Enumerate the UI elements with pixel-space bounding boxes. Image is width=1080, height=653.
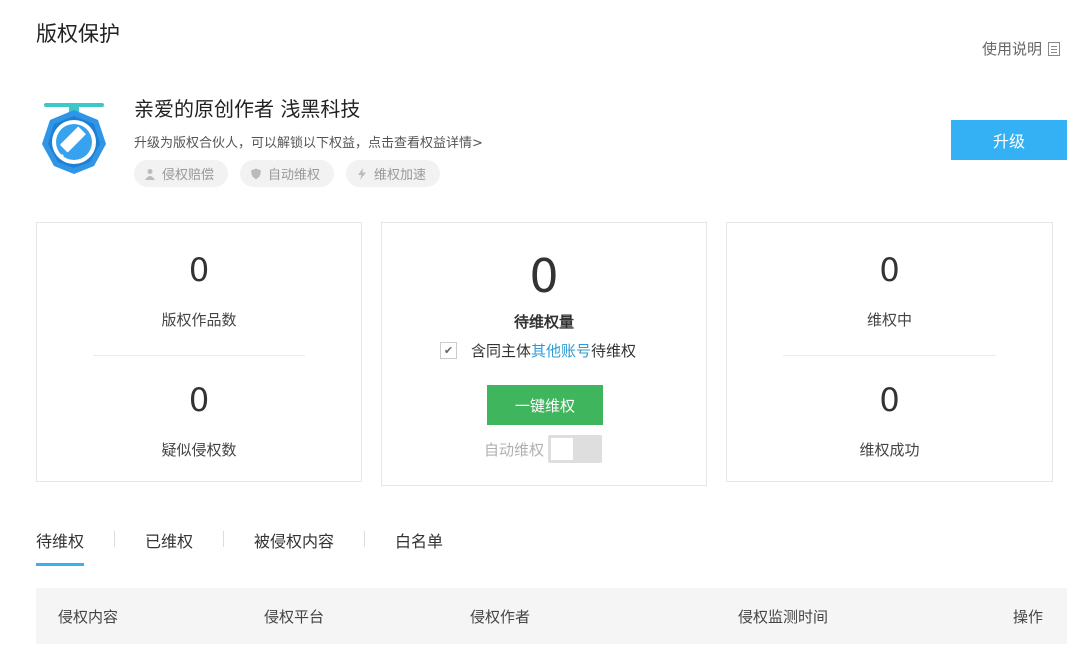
include-prefix: 含同主体: [471, 342, 532, 360]
column-header: 侵权监测时间: [738, 608, 829, 626]
tab-completed[interactable]: 已维权: [145, 528, 193, 566]
in-progress-count: 0: [879, 251, 900, 289]
benefit-tag: 自动维权: [240, 160, 335, 187]
pending-label: 待维权量: [513, 313, 574, 331]
tab-separator: [223, 531, 225, 547]
suspected-label: 疑似侵权数: [161, 441, 237, 459]
in-progress-label: 维权中: [866, 311, 912, 329]
benefit-tag: 维权加速: [346, 160, 441, 187]
page-title: 版权保护: [36, 22, 120, 46]
tab-separator: [114, 531, 116, 547]
include-other-accounts: ✔ 含同主体 其他账号 待维权: [440, 340, 636, 361]
works-stats-card: 0 版权作品数 0 疑似侵权数: [36, 222, 362, 482]
column-header: 操作: [1012, 608, 1043, 626]
document-list-icon: [1048, 41, 1060, 56]
one-click-rights-button[interactable]: 一键维权: [487, 385, 603, 425]
include-other-accounts-checkbox[interactable]: ✔: [440, 342, 457, 359]
other-accounts-link[interactable]: 其他账号: [531, 340, 591, 361]
person-icon: [145, 168, 155, 180]
include-suffix: 待维权: [591, 342, 637, 360]
help-label: 使用说明: [981, 40, 1042, 58]
tab-whitelist[interactable]: 白名单: [395, 528, 443, 566]
pen-badge-icon: [42, 103, 106, 174]
pending-rights-card: 0 待维权量 ✔ 含同主体 其他账号 待维权 一键维权 自动维权: [381, 222, 707, 486]
auto-rights-toggle[interactable]: [548, 435, 603, 463]
works-label: 版权作品数: [161, 311, 237, 329]
upgrade-benefits-link[interactable]: 升级为版权合伙人，可以解锁以下权益，点击查看权益详情>: [134, 132, 483, 151]
rights-tabs: 待维权 已维权 被侵权内容 白名单: [36, 528, 443, 566]
success-count: 0: [879, 381, 900, 419]
works-count: 0: [188, 251, 210, 289]
pending-count: 0: [529, 249, 559, 303]
shield-icon: [251, 168, 262, 179]
column-header: 侵权作者: [470, 608, 531, 626]
tab-infringed-content[interactable]: 被侵权内容: [254, 528, 334, 566]
auto-rights-row: 自动维权: [484, 435, 603, 463]
success-label: 维权成功: [859, 441, 920, 459]
card-divider: [783, 355, 996, 356]
author-greeting: 亲爱的原创作者 浅黑科技: [134, 97, 361, 121]
tab-separator: [364, 531, 366, 547]
table-header: 侵权内容 侵权平台 侵权作者 侵权监测时间 操作: [36, 588, 1067, 644]
tab-pending[interactable]: 待维权: [36, 528, 85, 566]
suspected-count: 0: [188, 381, 210, 419]
auto-rights-label: 自动维权: [484, 440, 545, 459]
rights-status-card: 0 维权中 0 维权成功: [726, 222, 1053, 482]
benefit-tag: 侵权赔偿: [134, 160, 229, 187]
benefit-tags: 侵权赔偿 自动维权 维权加速: [134, 160, 441, 187]
lightning-icon: [358, 167, 367, 180]
upgrade-button[interactable]: 升级: [951, 120, 1067, 160]
column-header: 侵权内容: [58, 608, 119, 626]
column-header: 侵权平台: [264, 608, 325, 626]
help-link[interactable]: 使用说明: [982, 38, 1060, 59]
benefit-tag-label: 维权加速: [374, 168, 427, 183]
benefit-tag-label: 自动维权: [268, 168, 321, 183]
benefit-tag-label: 侵权赔偿: [162, 168, 215, 183]
card-divider: [93, 355, 305, 356]
toggle-knob: [551, 438, 574, 460]
